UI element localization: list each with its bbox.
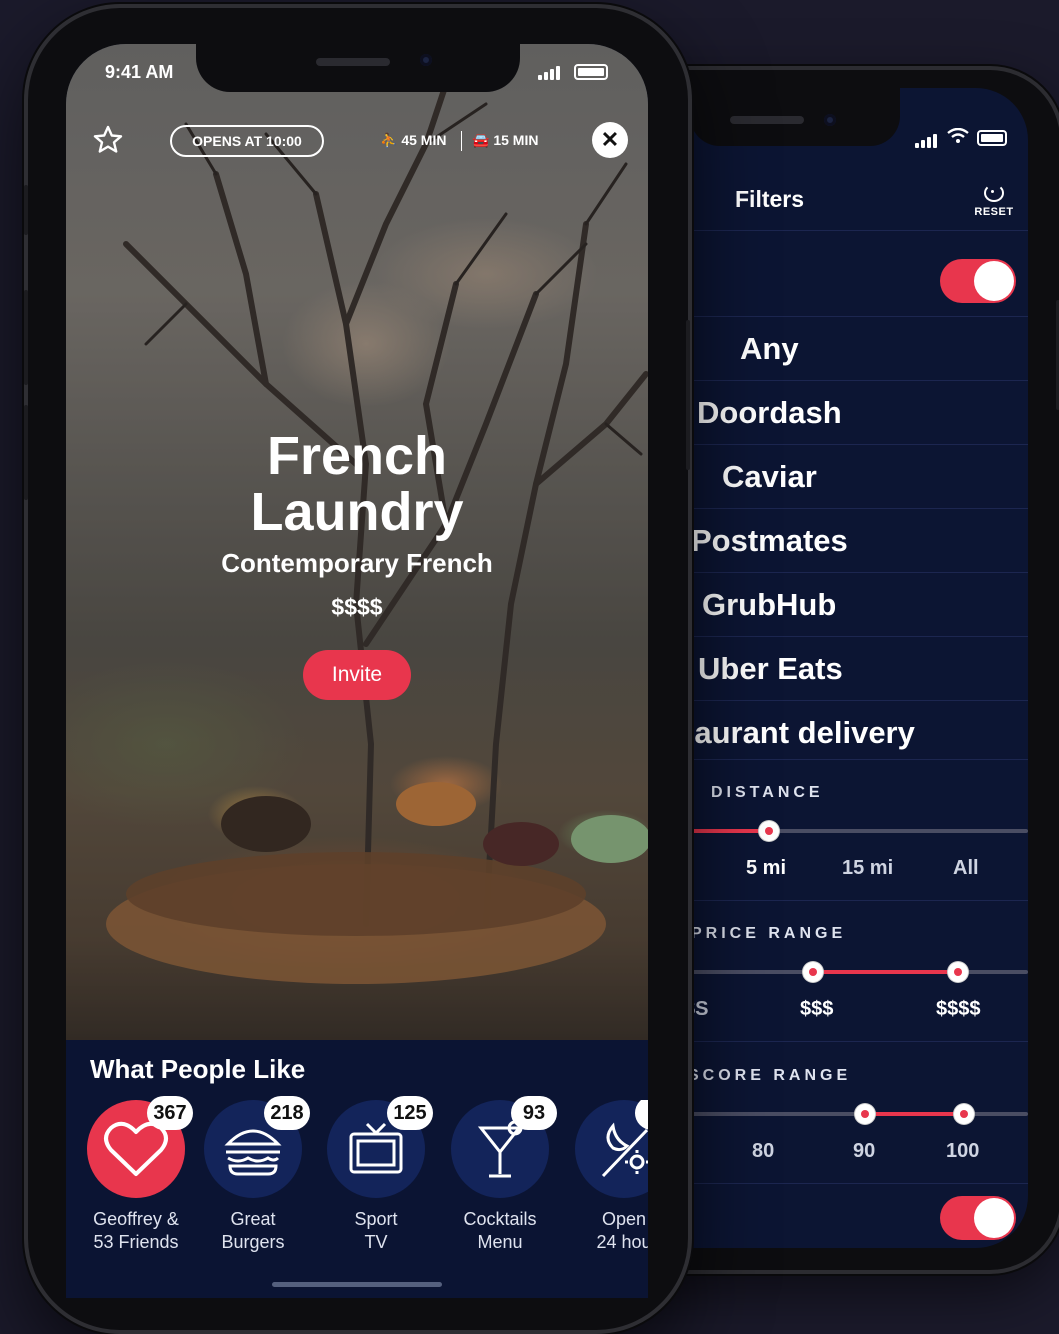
like-item-cocktails[interactable]: 93 Cocktails Menu	[440, 1096, 560, 1254]
filter-toggle-bottom[interactable]	[940, 1196, 1016, 1240]
like-count-badge: 218	[264, 1096, 310, 1130]
filters-title: Filters	[735, 186, 805, 212]
back-notch	[690, 88, 900, 146]
back-status-icons	[915, 128, 1015, 148]
score-slider-max-thumb[interactable]	[954, 1104, 974, 1124]
restaurant-name-line2: Laundry	[250, 482, 464, 542]
like-count-badge: 367	[147, 1096, 193, 1130]
drive-time-label: 15 MIN	[493, 132, 539, 148]
delivery-option-label: taurant delivery	[684, 715, 915, 750]
volume-down-button	[24, 405, 28, 500]
walk-time: ⛹ 45 MIN	[380, 132, 446, 149]
reset-label: RESET	[974, 206, 1014, 218]
wifi-icon	[947, 128, 969, 143]
like-label: Cocktails Menu	[463, 1209, 537, 1252]
delivery-option-label: Uber Eats	[698, 651, 843, 686]
travel-divider	[461, 131, 462, 151]
delivery-option-label: Any	[740, 331, 799, 366]
distance-tick: 5 mi	[746, 857, 787, 879]
drive-time: 🚘 15 MIN	[472, 132, 538, 149]
score-tick: 90	[853, 1140, 876, 1162]
mute-switch	[24, 185, 28, 235]
like-count-badge: 125	[387, 1096, 433, 1130]
price-range-label: PRICE RANGE	[691, 925, 847, 942]
walk-time-label: 45 MIN	[401, 132, 447, 148]
filter-toggle-top[interactable]	[940, 259, 1016, 303]
what-people-like-title: What People Like	[90, 1054, 306, 1084]
distance-tick: 15 mi	[842, 857, 894, 879]
like-label: Sport TV	[354, 1209, 398, 1252]
like-circle	[575, 1100, 648, 1198]
close-button[interactable]: ✕	[592, 122, 628, 158]
reset-button[interactable]: RESET	[968, 184, 1020, 218]
front-status-icons	[538, 64, 618, 80]
like-count-badge: 93	[511, 1096, 557, 1130]
like-item-sport-tv[interactable]: 125 Sport TV	[316, 1096, 436, 1254]
opens-at-badge: OPENS AT 10:00	[170, 125, 324, 157]
volume-up-button	[24, 290, 28, 385]
like-circle: 125	[327, 1096, 433, 1198]
price-slider-max-thumb[interactable]	[948, 962, 968, 982]
delivery-option-label: Doordash	[697, 395, 842, 430]
status-time: 9:41 AM	[105, 62, 174, 82]
like-circle: 218	[204, 1096, 310, 1198]
like-label: Great Burgers	[221, 1209, 285, 1252]
battery-icon	[574, 64, 608, 80]
car-icon: 🚘	[472, 132, 490, 148]
score-tick: 80	[752, 1140, 775, 1162]
close-icon: ✕	[600, 127, 620, 152]
delivery-option-label: Postmates	[691, 523, 848, 558]
like-circle: 93	[451, 1096, 557, 1198]
restaurant-name-line1: French	[266, 426, 448, 486]
reset-icon	[984, 184, 1004, 202]
restaurant-price: $$$$	[331, 594, 383, 620]
price-slider-min-thumb[interactable]	[803, 962, 823, 982]
score-slider-fill	[865, 1112, 964, 1116]
delivery-option-label: Caviar	[722, 459, 817, 494]
favorite-star-icon[interactable]	[92, 124, 124, 156]
invite-button[interactable]: Invite	[303, 650, 411, 700]
like-label: Open 24 hou	[596, 1209, 648, 1252]
side-button	[686, 320, 690, 470]
distance-slider-thumb[interactable]	[759, 821, 779, 841]
distance-label: DISTANCE	[711, 784, 824, 801]
front-notch	[196, 44, 520, 92]
like-item-open-24h-clip: Open 24 hou	[565, 1100, 648, 1270]
score-tick: 100	[946, 1140, 980, 1162]
price-slider-fill	[813, 970, 958, 974]
delivery-option-label: GrubHub	[702, 587, 837, 622]
like-label: Geoffrey & 53 Friends	[93, 1209, 179, 1252]
distance-slider-fill	[687, 829, 769, 833]
price-tick: $$$	[800, 998, 834, 1020]
distance-tick: All	[953, 857, 979, 879]
price-tick: $$$$	[936, 998, 981, 1020]
score-slider-min-thumb[interactable]	[855, 1104, 875, 1124]
photo-overlay	[66, 44, 648, 1040]
like-item-burgers[interactable]: 218 Great Burgers	[193, 1096, 313, 1254]
like-circle: 367	[87, 1096, 193, 1198]
walk-icon: ⛹	[380, 132, 398, 148]
like-item-open-24h[interactable]: Open 24 hou	[565, 1100, 648, 1254]
home-indicator[interactable]	[272, 1282, 442, 1287]
battery-icon	[977, 130, 1007, 146]
like-item-friends[interactable]: 367 Geoffrey & 53 Friends	[76, 1096, 196, 1254]
restaurant-cuisine: Contemporary French	[221, 548, 493, 578]
score-range-label: SCORE RANGE	[688, 1067, 852, 1084]
